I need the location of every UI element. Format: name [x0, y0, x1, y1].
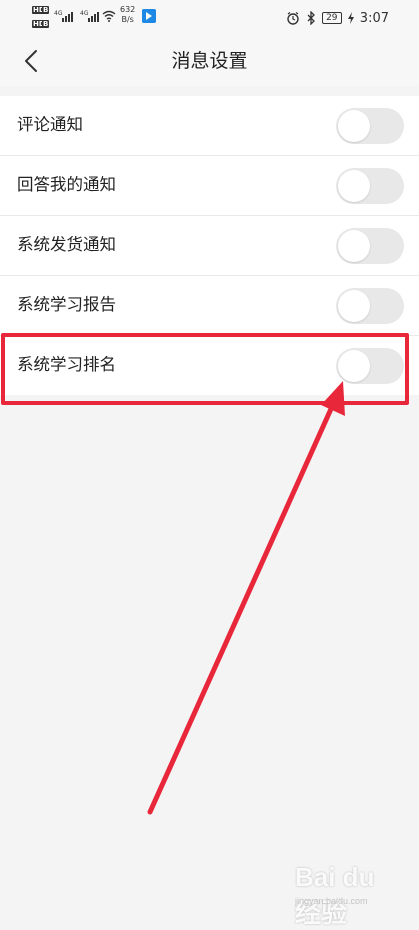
- toggle-switch[interactable]: [336, 108, 404, 144]
- toggle-switch[interactable]: [336, 168, 404, 204]
- watermark-url: jingyan.baidu.com: [295, 896, 368, 906]
- header-bar: 消息设置: [0, 36, 419, 86]
- battery-level: 29: [321, 12, 342, 24]
- signal-bars-1-icon: [62, 10, 73, 22]
- hd-badge-1b: B: [42, 6, 50, 14]
- clock-time: 3:07: [359, 10, 389, 26]
- watermark-logo: Bai du 经验 jingyan.baidu.com: [295, 862, 405, 928]
- settings-list: 评论通知 回答我的通知 系统发货通知 系统学习报告 系统学习排名: [0, 96, 419, 395]
- setting-row-answer-notify: 回答我的通知: [0, 155, 419, 215]
- bluetooth-icon: [307, 11, 315, 25]
- wifi-icon: [102, 10, 116, 22]
- setting-label: 系统学习报告: [17, 295, 116, 314]
- signal-bars-2-icon: [88, 10, 99, 22]
- toggle-knob: [338, 290, 370, 322]
- toggle-knob: [338, 170, 370, 202]
- toggle-switch[interactable]: [336, 228, 404, 264]
- toggle-knob: [338, 350, 370, 382]
- network-speed: 632 B/s: [120, 5, 135, 25]
- toggle-switch[interactable]: [336, 348, 404, 384]
- toggle-knob: [338, 110, 370, 142]
- setting-label: 系统学习排名: [17, 355, 116, 374]
- setting-label: 回答我的通知: [17, 175, 116, 194]
- alarm-icon: [287, 12, 299, 25]
- setting-label: 评论通知: [17, 115, 83, 134]
- setting-row-shipping-notify: 系统发货通知: [0, 215, 419, 275]
- toggle-switch[interactable]: [336, 288, 404, 324]
- status-bar: HD B HD B 4G 4G 632 B/s 29 3:07: [0, 0, 419, 36]
- charging-icon: [347, 12, 354, 24]
- hd-badge-2b: B: [42, 20, 50, 28]
- status-right: 29 3:07: [286, 8, 389, 28]
- setting-row-study-ranking: 系统学习排名: [0, 335, 419, 395]
- setting-row-study-report: 系统学习报告: [0, 275, 419, 335]
- page-title: 消息设置: [171, 50, 248, 72]
- network-speed-unit: B/s: [121, 15, 134, 24]
- toggle-knob: [338, 230, 370, 262]
- network-speed-value: 632: [120, 5, 136, 14]
- setting-label: 系统发货通知: [17, 235, 116, 254]
- app-notification-icon: [142, 9, 156, 23]
- setting-row-comment-notify: 评论通知: [0, 96, 419, 155]
